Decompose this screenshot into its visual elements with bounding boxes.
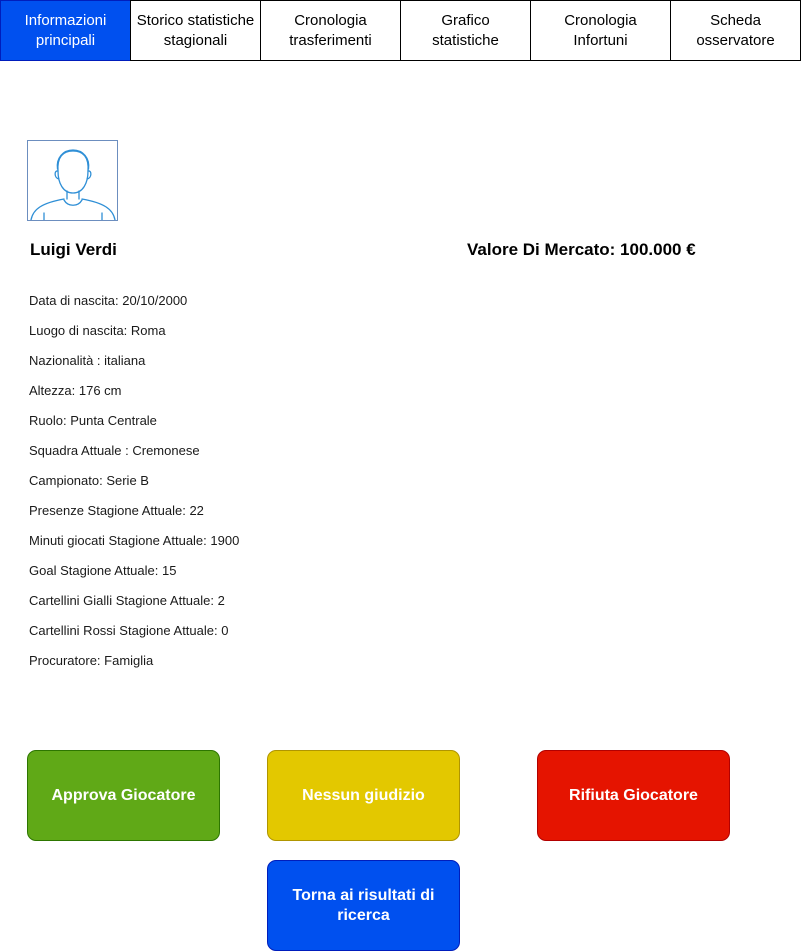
tab-cronologia-trasferimenti[interactable]: Cronologia trasferimenti xyxy=(260,0,401,61)
detail-birth-date: Data di nascita: 20/10/2000 xyxy=(29,293,188,308)
no-judgment-button[interactable]: Nessun giudizio xyxy=(267,750,460,841)
user-avatar-icon xyxy=(27,140,118,221)
tab-label: Cronologia trasferimenti xyxy=(289,11,372,49)
no-judgment-button-label: Nessun giudizio xyxy=(302,786,425,804)
market-value: Valore Di Mercato: 100.000 € xyxy=(467,240,696,259)
tab-label: Informazioni principali xyxy=(24,11,107,49)
detail-agent: Procuratore: Famiglia xyxy=(29,653,154,668)
tab-label: Scheda osservatore xyxy=(696,11,775,49)
tab-label: Storico statistiche stagionali xyxy=(136,11,255,49)
detail-height: Altezza: 176 cm xyxy=(29,383,122,398)
tab-label: Cronologia Infortuni xyxy=(564,11,637,49)
reject-button-label: Rifiuta Giocatore xyxy=(569,786,698,804)
detail-league: Campionato: Serie B xyxy=(29,473,149,488)
detail-nationality: Nazionalità : italiana xyxy=(29,353,146,368)
tab-label: Grafico statistiche xyxy=(432,11,499,49)
detail-role: Ruolo: Punta Centrale xyxy=(29,413,157,428)
detail-minutes-played: Minuti giocati Stagione Attuale: 1900 xyxy=(29,533,240,548)
detail-goals: Goal Stagione Attuale: 15 xyxy=(29,563,177,578)
player-name: Luigi Verdi xyxy=(30,240,117,259)
player-details-list: Data di nascita: 20/10/2000 Luogo di nas… xyxy=(29,292,239,682)
approve-player-button[interactable]: Approva Giocatore xyxy=(27,750,220,841)
approve-button-label: Approva Giocatore xyxy=(51,786,196,804)
detail-yellow-cards: Cartellini Gialli Stagione Attuale: 2 xyxy=(29,593,225,608)
tab-storico-statistiche[interactable]: Storico statistiche stagionali xyxy=(130,0,261,61)
reject-player-button[interactable]: Rifiuta Giocatore xyxy=(537,750,730,841)
detail-current-team: Squadra Attuale : Cremonese xyxy=(29,443,200,458)
tab-cronologia-infortuni[interactable]: Cronologia Infortuni xyxy=(530,0,671,61)
tab-scheda-osservatore[interactable]: Scheda osservatore xyxy=(670,0,801,61)
detail-red-cards: Cartellini Rossi Stagione Attuale: 0 xyxy=(29,623,229,638)
tab-informazioni-principali[interactable]: Informazioni principali xyxy=(0,0,131,61)
detail-appearances: Presenze Stagione Attuale: 22 xyxy=(29,503,204,518)
back-to-results-button[interactable]: Torna ai risultati di ricerca xyxy=(267,860,460,951)
detail-birth-place: Luogo di nascita: Roma xyxy=(29,323,166,338)
back-button-label: Torna ai risultati di ricerca xyxy=(292,886,435,924)
tab-grafico-statistiche[interactable]: Grafico statistiche xyxy=(400,0,531,61)
